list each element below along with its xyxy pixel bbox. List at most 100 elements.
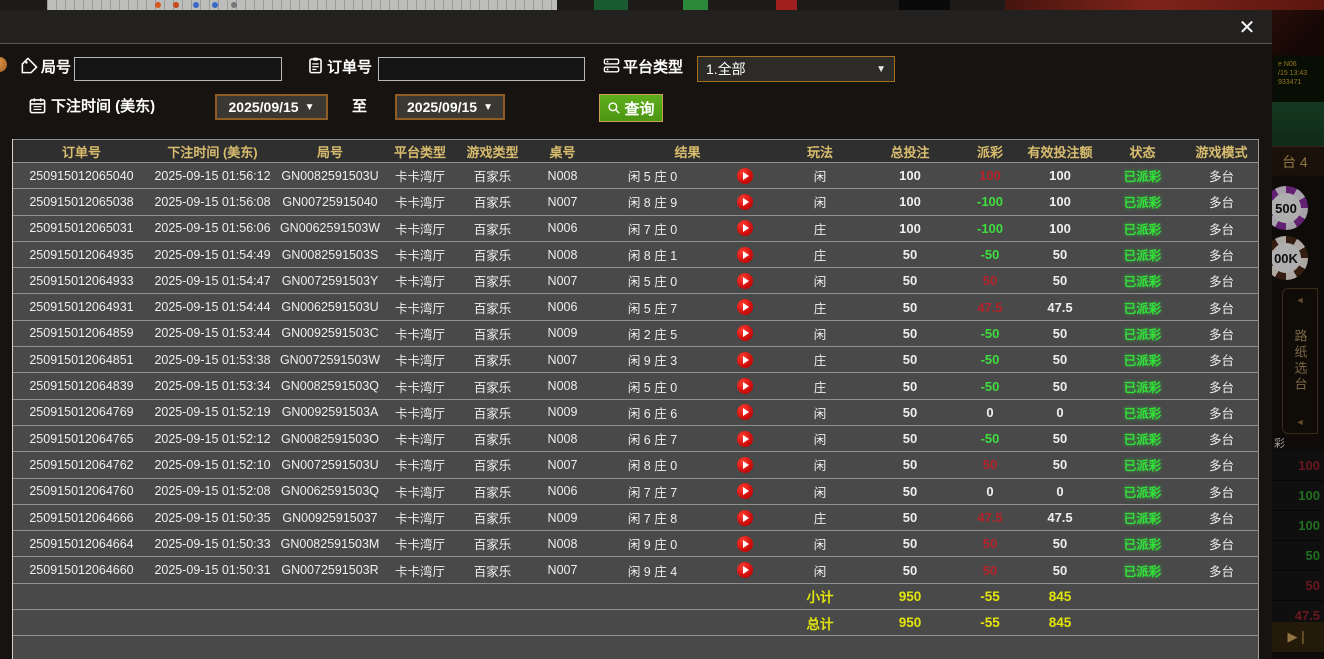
subtotal-payout: -55: [960, 589, 1020, 604]
play-result-icon[interactable]: [737, 378, 753, 394]
close-icon[interactable]: ✕: [1234, 15, 1260, 41]
cell-play-type: 闲: [780, 455, 860, 474]
cell-table-number: N009: [530, 405, 595, 419]
date-from-select[interactable]: 2025/09/15 ▼: [215, 94, 328, 120]
cell-game-mode: 多台: [1185, 455, 1258, 474]
table-row: 250915012064762 2025-09-15 01:52:10 GN00…: [13, 452, 1258, 478]
cell-play-type: 闲: [780, 482, 860, 501]
play-result-icon[interactable]: [737, 273, 753, 289]
cell-result: 闲 5 庄 0: [595, 166, 710, 185]
chevron-down-icon: ▼: [305, 102, 315, 113]
cell-total-bet: 50: [860, 405, 960, 420]
cell-total-bet: 50: [860, 273, 960, 288]
play-result-icon[interactable]: [737, 536, 753, 552]
play-result-icon[interactable]: [737, 247, 753, 263]
chip-500[interactable]: 500: [1272, 186, 1308, 230]
play-result-icon[interactable]: [737, 431, 753, 447]
table-row: 250915012064859 2025-09-15 01:53:44 GN00…: [13, 321, 1258, 347]
cell-valid-bet: 100: [1020, 194, 1100, 209]
header-cell: 有效投注额: [1020, 142, 1100, 161]
header-cell: 局号: [275, 142, 385, 161]
roadmap-table-select-tab[interactable]: ◄ 路纸选台 ◄: [1282, 288, 1318, 434]
cell-game-mode: 多台: [1185, 561, 1258, 580]
play-result-icon[interactable]: [737, 352, 753, 368]
chevron-down-icon: ▼: [876, 64, 886, 75]
cell-valid-bet: 50: [1020, 326, 1100, 341]
cell-status: 已派彩: [1100, 192, 1185, 211]
table-row: 250915012065038 2025-09-15 01:56:08 GN00…: [13, 189, 1258, 215]
road-dot: [212, 2, 218, 8]
cell-platform: 卡卡湾厅: [385, 219, 455, 238]
cell-game-mode: 多台: [1185, 245, 1258, 264]
bg-table-felt: [1272, 102, 1324, 146]
cell-game-mode: 多台: [1185, 482, 1258, 501]
tag-icon: [20, 56, 39, 75]
play-result-icon[interactable]: [737, 168, 753, 184]
road-dot: [193, 2, 199, 8]
bg-payout-value: 100: [1272, 481, 1324, 511]
header-cell: 游戏类型: [455, 142, 530, 161]
cell-bet-time: 2025-09-15 01:53:38: [150, 353, 275, 367]
cell-bet-time: 2025-09-15 01:53:34: [150, 379, 275, 393]
order-number-input[interactable]: [378, 57, 585, 81]
header-cell: 平台类型: [385, 142, 455, 161]
next-page-control[interactable]: ▶❘: [1272, 622, 1324, 652]
cell-order-number: 250915012064933: [13, 274, 150, 288]
chip-100k[interactable]: 00K: [1272, 236, 1308, 280]
cell-game-type: 百家乐: [455, 245, 530, 264]
cell-round-number: GN0072591503W: [275, 353, 385, 367]
table-row: 250915012064935 2025-09-15 01:54:49 GN00…: [13, 242, 1258, 268]
play-result-icon[interactable]: [737, 457, 753, 473]
cell-status: 已派彩: [1100, 482, 1185, 501]
cell-status: 已派彩: [1100, 324, 1185, 343]
clipboard-icon: [306, 56, 325, 75]
cell-game-type: 百家乐: [455, 455, 530, 474]
chevron-left-icon: ◄: [1296, 295, 1305, 305]
cell-valid-bet: 50: [1020, 379, 1100, 394]
cell-platform: 卡卡湾厅: [385, 350, 455, 369]
header-cell: 订单号: [13, 142, 150, 161]
cell-play-type: 庄: [780, 298, 860, 317]
platform-type-select[interactable]: 1.全部 ▼: [697, 56, 895, 82]
cell-play-type: 闲: [780, 324, 860, 343]
play-result-icon[interactable]: [737, 510, 753, 526]
table-row: 250915012064660 2025-09-15 01:50:31 GN00…: [13, 557, 1258, 583]
bet-time-label: 下注时间 (美东): [51, 95, 155, 119]
cell-total-bet: 50: [860, 379, 960, 394]
cell-round-number: GN0072591503R: [275, 563, 385, 577]
cell-game-type: 百家乐: [455, 429, 530, 448]
subtotal-valid-bet: 845: [1020, 589, 1100, 604]
cell-valid-bet: 50: [1020, 431, 1100, 446]
query-button[interactable]: 查询: [599, 94, 663, 122]
play-result-icon[interactable]: [737, 299, 753, 315]
play-result-icon[interactable]: [737, 220, 753, 236]
cell-payout: -50: [960, 352, 1020, 367]
calendar-icon: [28, 96, 47, 115]
grand-total-label: 总计: [780, 613, 860, 633]
cell-result: 闲 9 庄 4: [595, 561, 710, 580]
cell-order-number: 250915012064664: [13, 537, 150, 551]
cell-table-number: N008: [530, 432, 595, 446]
cell-payout: 50: [960, 536, 1020, 551]
cell-game-type: 百家乐: [455, 324, 530, 343]
play-result-icon[interactable]: [737, 194, 753, 210]
round-number-input[interactable]: [74, 57, 282, 81]
cell-game-type: 百家乐: [455, 403, 530, 422]
date-to-select[interactable]: 2025/09/15 ▼: [395, 94, 505, 120]
play-result-icon[interactable]: [737, 562, 753, 578]
play-result-icon[interactable]: [737, 483, 753, 499]
header-cell: 玩法: [780, 142, 860, 161]
cell-total-bet: 50: [860, 247, 960, 262]
play-result-icon[interactable]: [737, 325, 753, 341]
cell-round-number: GN0062591503Q: [275, 484, 385, 498]
cell-order-number: 250915012064935: [13, 248, 150, 262]
cell-bet-time: 2025-09-15 01:54:47: [150, 274, 275, 288]
play-result-icon[interactable]: [737, 404, 753, 420]
cell-platform: 卡卡湾厅: [385, 324, 455, 343]
cell-game-mode: 多台: [1185, 219, 1258, 238]
table-row: 250915012064666 2025-09-15 01:50:35 GN00…: [13, 505, 1258, 531]
cell-game-mode: 多台: [1185, 377, 1258, 396]
cell-order-number: 250915012064660: [13, 563, 150, 577]
round-number-label: 局号: [41, 56, 71, 80]
cell-status: 已派彩: [1100, 377, 1185, 396]
